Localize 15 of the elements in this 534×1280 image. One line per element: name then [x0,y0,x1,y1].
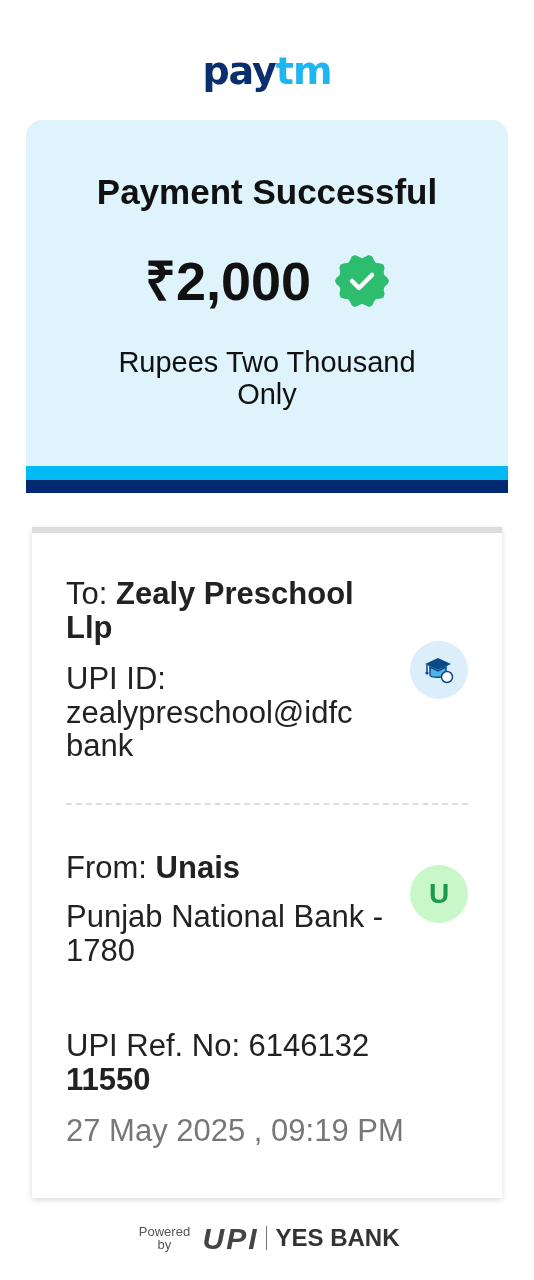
reference-number: UPI Ref. No: 6146132 11550 [66,1029,371,1097]
upi-logo: UPI [202,1220,259,1257]
status-title: Payment Successful [95,171,439,213]
payer-name: From: Unais [66,850,241,885]
bank-account: Punjab National Bank - 1780 [66,900,385,968]
avatar-initial: U [410,865,468,923]
upi-id-value: zealypreschool@idfc bank [66,695,354,763]
amount-text: ₹2,000 [144,249,312,313]
amount-in-words: Rupees Two Thousand Only [117,345,417,411]
upi-id-label: UPI ID: [66,662,167,696]
yes-bank-logo: YES BANK [275,1223,400,1254]
date-time: 27 May 2025 , 09:19 PM [66,1114,405,1148]
paytm-logo: paytm [202,52,332,90]
powered-by-text: Powered by [137,1225,192,1252]
payee-name: To: Zealy Preschool Llp [66,577,355,645]
